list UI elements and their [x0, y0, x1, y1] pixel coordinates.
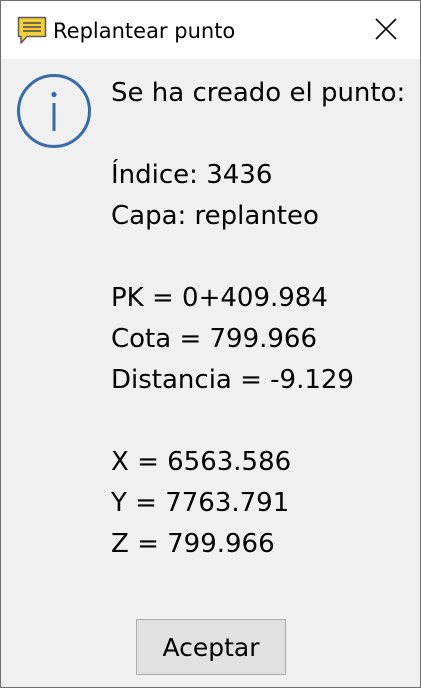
- message-balloon-icon: [16, 15, 48, 47]
- close-icon: [375, 18, 397, 44]
- point-x: X = 6563.586: [111, 447, 292, 477]
- point-pk: PK = 0+409.984: [111, 283, 328, 313]
- point-z: Z = 799.966: [111, 529, 275, 559]
- point-elevation: Cota = 799.966: [111, 324, 318, 354]
- title-bar[interactable]: Replantear punto: [1, 1, 420, 59]
- ok-button[interactable]: Aceptar: [136, 619, 286, 675]
- close-button[interactable]: [362, 9, 410, 53]
- information-icon: [15, 72, 93, 150]
- point-distance: Distancia = -9.129: [111, 365, 354, 395]
- dialog-window: Replantear punto Se ha creado el punto: …: [0, 0, 421, 688]
- window-title: Replantear punto: [53, 19, 236, 43]
- point-index: Índice: 3436: [111, 160, 273, 190]
- point-layer: Capa: replanteo: [111, 201, 319, 231]
- message-header: Se ha creado el punto:: [111, 78, 406, 108]
- point-y: Y = 7763.791: [111, 488, 290, 518]
